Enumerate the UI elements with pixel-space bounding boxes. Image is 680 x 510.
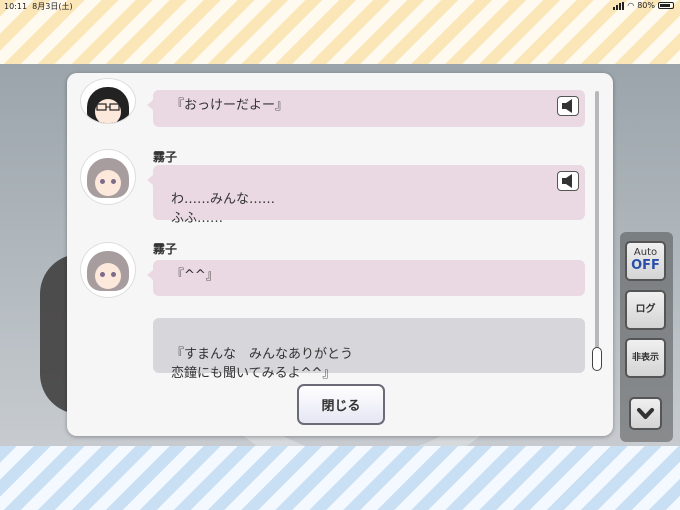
voice-replay-button[interactable] [557, 171, 579, 191]
log-message-text: 『おっけーだよー』 [171, 98, 289, 113]
auto-label: Auto [633, 247, 658, 258]
log-scrollbar-thumb[interactable] [592, 347, 602, 371]
log-message-bubble: わ……みんな…… ふふ…… [147, 165, 585, 226]
battery-percent: 80% [637, 1, 655, 10]
speaker-icon [562, 174, 572, 188]
log-message-bubble: 『^^』 [147, 260, 585, 296]
battery-icon [658, 2, 674, 9]
log-dialog: 『おっけーだよー』 霧子 わ……みんな…… ふふ…… 霧子 『^^』 『すまんな… [67, 73, 613, 436]
player-message-bubble: 『すまんな みんなありがとう 恋鐘にも聞いてみるよ^^』 [153, 318, 585, 381]
log-message-bubble: 『おっけーだよー』 [147, 90, 585, 127]
hide-ui-button[interactable]: 非表示 [625, 338, 666, 378]
speaker-name: 霧子 [153, 242, 178, 256]
chevron-down-icon [637, 408, 654, 419]
speaker-icon [562, 99, 572, 113]
log-button[interactable]: ログ [625, 290, 666, 330]
log-message-text: 『すまんな みんなありがとう 恋鐘にも聞いてみるよ^^』 [171, 347, 354, 381]
close-button[interactable]: 閉じる [297, 384, 385, 425]
glasses-character-avatar [81, 79, 135, 123]
bottom-stripe-frame [0, 446, 680, 510]
kiriko-avatar [81, 150, 135, 204]
wifi-icon: ◠ [627, 1, 635, 10]
side-menu: Auto OFF ログ 非表示 [620, 232, 673, 442]
kiriko-avatar [81, 243, 135, 297]
status-bar: 10:11 8月3日(土) ◠ 80% [0, 0, 680, 13]
speaker-name: 霧子 [153, 150, 178, 164]
cellular-signal-icon [613, 1, 625, 10]
log-message-text: わ……みんな…… ふふ…… [171, 192, 276, 226]
advance-button[interactable] [629, 397, 662, 430]
log-message-text: 『^^』 [171, 268, 219, 283]
voice-replay-button[interactable] [557, 96, 579, 116]
log-scrollbar[interactable] [595, 91, 599, 367]
auto-toggle-button[interactable]: Auto OFF [625, 241, 666, 281]
auto-state: OFF [631, 258, 660, 273]
status-date: 8月3日(土) [32, 2, 73, 11]
status-time: 10:11 [4, 2, 28, 11]
